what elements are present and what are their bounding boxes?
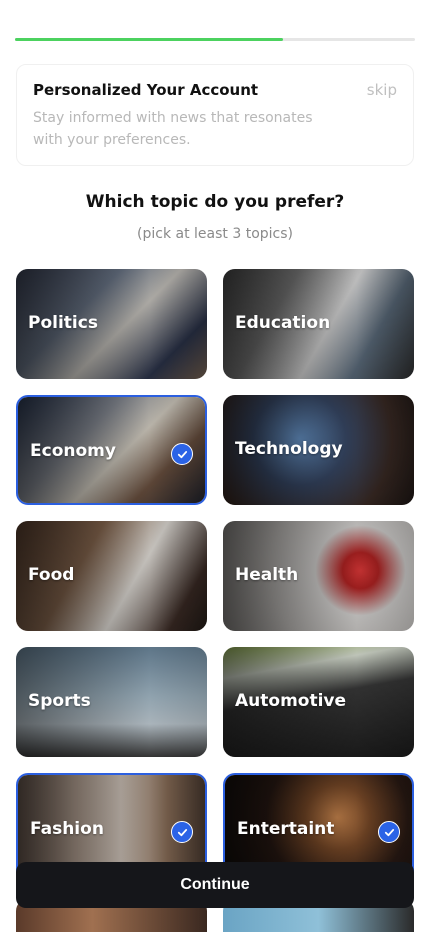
topic-label: Sports bbox=[28, 691, 91, 711]
topic-tile-economy[interactable]: Economy bbox=[16, 395, 207, 505]
topic-label: Politics bbox=[28, 313, 98, 333]
skip-button[interactable]: skip bbox=[367, 81, 397, 99]
topic-label: Fashion bbox=[30, 819, 104, 839]
progress-fill bbox=[15, 38, 283, 41]
info-title: Personalized Your Account bbox=[33, 81, 259, 99]
topic-label: Economy bbox=[30, 441, 116, 461]
continue-button[interactable]: Continue bbox=[16, 862, 414, 908]
topic-label: Automotive bbox=[235, 691, 347, 711]
check-icon bbox=[171, 443, 193, 465]
topic-label: Education bbox=[235, 313, 331, 333]
topic-tile-sports[interactable]: Sports bbox=[16, 647, 207, 757]
topic-label: Technology bbox=[235, 439, 343, 459]
info-description: Stay informed with news that resonates w… bbox=[33, 110, 313, 148]
page-subtitle: (pick at least 3 topics) bbox=[137, 226, 293, 242]
topic-tile-health[interactable]: Health bbox=[223, 521, 414, 631]
topic-tile-food[interactable]: Food bbox=[16, 521, 207, 631]
info-card: Personalized Your Account Stay informed … bbox=[16, 64, 414, 166]
check-icon bbox=[378, 821, 400, 843]
topic-label: Health bbox=[235, 565, 299, 585]
progress-bar bbox=[15, 38, 415, 41]
topic-label: Entertaint bbox=[237, 819, 335, 839]
topic-label: Food bbox=[28, 565, 75, 585]
topic-tile-education[interactable]: Education bbox=[223, 269, 414, 379]
check-icon bbox=[171, 821, 193, 843]
page-title: Which topic do you prefer? bbox=[85, 192, 345, 212]
topic-tile-politics[interactable]: Politics bbox=[16, 269, 207, 379]
topic-tile-technology[interactable]: Technology bbox=[223, 395, 414, 505]
topic-tile-automotive[interactable]: Automotive bbox=[223, 647, 414, 757]
